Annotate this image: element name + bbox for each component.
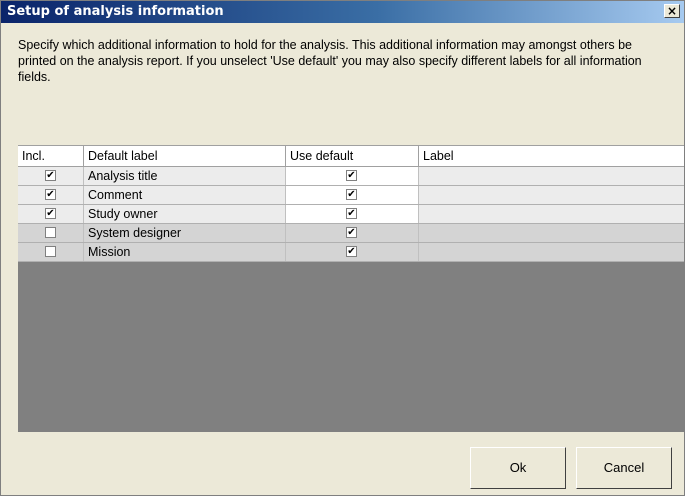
column-header-label[interactable]: Label <box>419 146 684 166</box>
table-row[interactable]: System designer ✔ <box>18 224 684 243</box>
use-default-cell: ✔ <box>286 186 419 204</box>
dialog-window: Setup of analysis information × Specify … <box>0 0 685 496</box>
use-default-cell: ✔ <box>286 167 419 185</box>
label-cell[interactable] <box>419 167 684 185</box>
use-default-checkbox[interactable]: ✔ <box>346 170 357 181</box>
default-label-cell: Comment <box>84 186 286 204</box>
incl-checkbox[interactable] <box>45 246 56 257</box>
column-header-use-default[interactable]: Use default <box>286 146 419 166</box>
default-label-cell: Study owner <box>84 205 286 223</box>
incl-checkbox[interactable]: ✔ <box>45 208 56 219</box>
title-bar[interactable]: Setup of analysis information × <box>1 1 684 23</box>
label-cell[interactable] <box>419 186 684 204</box>
incl-checkbox[interactable]: ✔ <box>45 170 56 181</box>
incl-checkbox[interactable] <box>45 227 56 238</box>
use-default-cell: ✔ <box>286 205 419 223</box>
column-header-incl[interactable]: Incl. <box>18 146 84 166</box>
incl-cell <box>18 224 84 242</box>
grid-header: Incl. Default label Use default Label <box>18 145 684 167</box>
table-row[interactable]: ✔ Analysis title ✔ <box>18 167 684 186</box>
table-row[interactable]: Mission ✔ <box>18 243 684 262</box>
description-text: Specify which additional information to … <box>18 38 642 84</box>
incl-cell: ✔ <box>18 186 84 204</box>
use-default-cell: ✔ <box>286 224 419 242</box>
ok-button[interactable]: Ok <box>470 447 566 489</box>
info-grid: Incl. Default label Use default Label ✔ A… <box>18 145 684 432</box>
default-label-cell: Analysis title <box>84 167 286 185</box>
use-default-checkbox[interactable]: ✔ <box>346 189 357 200</box>
incl-checkbox[interactable]: ✔ <box>45 189 56 200</box>
incl-cell: ✔ <box>18 167 84 185</box>
cancel-button[interactable]: Cancel <box>576 447 672 489</box>
column-header-default-label[interactable]: Default label <box>84 146 286 166</box>
close-button[interactable]: × <box>664 4 680 18</box>
label-cell[interactable] <box>419 224 684 242</box>
dialog-title: Setup of analysis information <box>7 4 224 19</box>
use-default-checkbox[interactable]: ✔ <box>346 227 357 238</box>
table-row[interactable]: ✔ Comment ✔ <box>18 186 684 205</box>
use-default-cell: ✔ <box>286 243 419 261</box>
use-default-checkbox[interactable]: ✔ <box>346 246 357 257</box>
table-row[interactable]: ✔ Study owner ✔ <box>18 205 684 224</box>
label-cell[interactable] <box>419 205 684 223</box>
default-label-cell: Mission <box>84 243 286 261</box>
default-label-cell: System designer <box>84 224 286 242</box>
label-cell[interactable] <box>419 243 684 261</box>
use-default-checkbox[interactable]: ✔ <box>346 208 357 219</box>
incl-cell <box>18 243 84 261</box>
close-icon: × <box>666 4 678 18</box>
incl-cell: ✔ <box>18 205 84 223</box>
